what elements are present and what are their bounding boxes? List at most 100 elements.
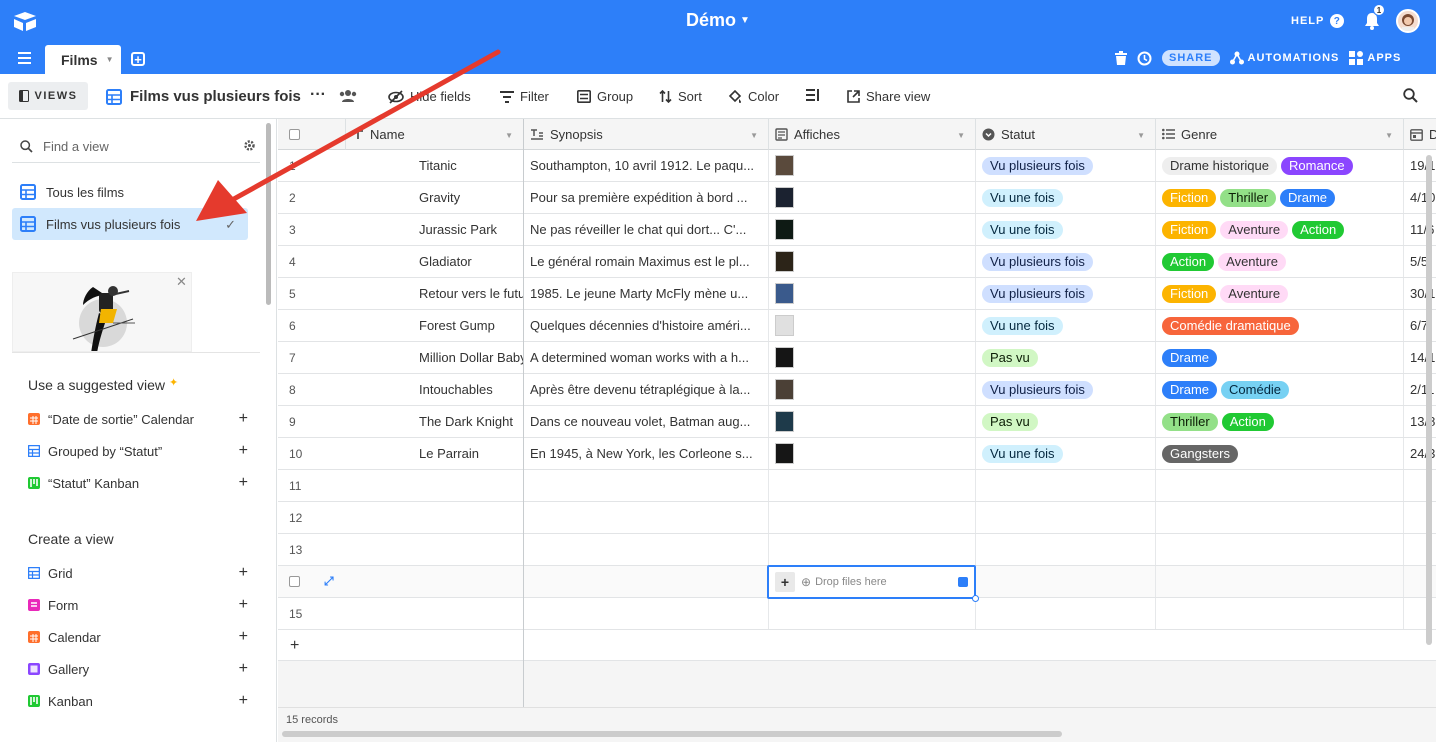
genres-cell[interactable]: Fiction Thriller Drame	[1156, 182, 1404, 213]
chevron-down-icon[interactable]: ▼	[1137, 131, 1145, 140]
table-row[interactable]: 6 Forest Gump Quelques décennies d'histoir…	[278, 310, 1436, 342]
poster-thumbnail[interactable]	[775, 411, 794, 432]
synopsis-cell[interactable]: En 1945, à New York, les Corleone s...	[524, 438, 769, 469]
color-button[interactable]: Color	[728, 89, 779, 104]
synopsis-cell[interactable]	[524, 566, 769, 597]
affiches-cell[interactable]	[769, 310, 976, 341]
name-cell[interactable]: Forest Gump	[346, 310, 524, 341]
automations-button[interactable]: AUTOMATIONS	[1229, 51, 1340, 65]
search-icon[interactable]	[1403, 88, 1418, 103]
fill-handle[interactable]	[972, 595, 979, 602]
gear-icon[interactable]	[243, 139, 256, 152]
statut-cell[interactable]: Vu plusieurs fois	[976, 150, 1156, 181]
row-checkbox[interactable]	[289, 576, 300, 587]
add-table-button[interactable]: +	[131, 52, 145, 66]
synopsis-cell[interactable]: 1985. Le jeune Marty McFly mène u...	[524, 278, 769, 309]
close-icon[interactable]: ✕	[176, 274, 187, 290]
plus-icon[interactable]: +	[239, 564, 248, 582]
avatar[interactable]	[1396, 9, 1420, 33]
vertical-scrollbar[interactable]	[1426, 155, 1432, 645]
trash-icon[interactable]	[1115, 51, 1127, 65]
name-cell[interactable]	[346, 534, 524, 565]
plus-icon[interactable]: +	[239, 442, 248, 460]
synopsis-cell[interactable]	[524, 598, 769, 629]
filter-button[interactable]: Filter	[500, 89, 549, 104]
name-cell[interactable]	[346, 598, 524, 629]
create-view-kanban[interactable]: Kanban +	[28, 691, 248, 711]
statut-cell[interactable]	[976, 534, 1156, 565]
column-header-affiches[interactable]: Affiches ▼	[769, 119, 976, 150]
sort-button[interactable]: Sort	[659, 89, 702, 104]
column-header-date[interactable]: D	[1404, 119, 1436, 150]
name-cell[interactable]	[346, 470, 524, 501]
statut-cell[interactable]	[976, 470, 1156, 501]
chevron-down-icon[interactable]: ▼	[957, 131, 965, 140]
row-height-button[interactable]	[806, 89, 820, 101]
affiches-cell[interactable]	[769, 214, 976, 245]
table-row[interactable]: 2 Gravity Pour sa première expédition à bo…	[278, 182, 1436, 214]
plus-icon[interactable]: +	[239, 692, 248, 710]
menu-icon[interactable]	[18, 52, 31, 64]
suggested-view-kanban[interactable]: “Statut” Kanban +	[28, 473, 248, 493]
statut-cell[interactable]: Vu plusieurs fois	[976, 278, 1156, 309]
history-icon[interactable]	[1137, 51, 1152, 66]
name-cell[interactable]: Million Dollar Baby	[346, 342, 524, 373]
affiches-cell[interactable]	[769, 502, 976, 533]
poster-thumbnail[interactable]	[775, 443, 794, 464]
name-cell[interactable]: Intouchables	[346, 374, 524, 405]
synopsis-cell[interactable]	[524, 534, 769, 565]
statut-cell[interactable]: Pas vu	[976, 342, 1156, 373]
statut-cell[interactable]: Vu une fois	[976, 310, 1156, 341]
statut-cell[interactable]: Vu une fois	[976, 438, 1156, 469]
apps-button[interactable]: APPS	[1349, 51, 1401, 65]
table-row[interactable]: 10 Le Parrain En 1945, à New York, les Cor…	[278, 438, 1436, 470]
genres-cell[interactable]: Drame	[1156, 342, 1404, 373]
expand-record-icon[interactable]: ⤢	[324, 574, 334, 589]
statut-cell[interactable]: Vu plusieurs fois	[976, 374, 1156, 405]
affiches-cell[interactable]: + ⊕ Drop files here	[767, 565, 979, 602]
genres-cell[interactable]: Fiction Aventure Action	[1156, 214, 1404, 245]
expand-cell-icon[interactable]	[958, 577, 968, 587]
genres-cell[interactable]: Thriller Action	[1156, 406, 1404, 437]
hide-fields-button[interactable]: Hide fields	[388, 89, 471, 104]
synopsis-cell[interactable]: Le général romain Maximus est le pl...	[524, 246, 769, 277]
share-view-button[interactable]: Share view	[847, 89, 930, 104]
create-view-form[interactable]: Form +	[28, 595, 248, 615]
statut-cell[interactable]	[976, 502, 1156, 533]
affiches-cell[interactable]	[769, 182, 976, 213]
chevron-down-icon[interactable]: ▼	[505, 131, 513, 140]
chevron-down-icon[interactable]: ▼	[740, 15, 750, 26]
airtable-logo-icon[interactable]	[12, 10, 38, 32]
plus-icon[interactable]: +	[239, 628, 248, 646]
sidebar-scrollbar[interactable]	[266, 123, 271, 305]
chevron-down-icon[interactable]: ▼	[750, 131, 758, 140]
affiches-cell[interactable]	[769, 598, 976, 629]
column-header-synopsis[interactable]: Synopsis ▼	[524, 119, 769, 150]
genres-cell[interactable]: Fiction Aventure	[1156, 278, 1404, 309]
genres-cell[interactable]: Gangsters	[1156, 438, 1404, 469]
plus-icon[interactable]: +	[239, 660, 248, 678]
group-button[interactable]: Group	[577, 89, 633, 104]
affiches-cell[interactable]	[769, 246, 976, 277]
sidebar-view-tous-les-films[interactable]: Tous les films	[12, 176, 248, 208]
column-header-name[interactable]: Name ▼	[346, 119, 524, 150]
plus-icon[interactable]: +	[239, 474, 248, 492]
synopsis-cell[interactable]: Southampton, 10 avril 1912. Le paqu...	[524, 150, 769, 181]
table-row[interactable]: 13	[278, 534, 1436, 566]
column-header-genre[interactable]: Genre ▼	[1156, 119, 1404, 150]
synopsis-cell[interactable]	[524, 470, 769, 501]
poster-thumbnail[interactable]	[775, 187, 794, 208]
add-row-plus-icon[interactable]: +	[278, 630, 524, 661]
table-row[interactable]: 11	[278, 470, 1436, 502]
statut-cell[interactable]	[976, 598, 1156, 629]
statut-cell[interactable]: Vu une fois	[976, 182, 1156, 213]
table-row[interactable]: 4 Gladiator Le général romain Maximus est …	[278, 246, 1436, 278]
poster-thumbnail[interactable]	[775, 379, 794, 400]
suggested-view-calendar[interactable]: “Date de sortie” Calendar +	[28, 409, 248, 429]
affiches-cell[interactable]	[769, 150, 976, 181]
add-attachment-button[interactable]: +	[775, 572, 795, 592]
create-view-gallery[interactable]: Gallery +	[28, 659, 248, 679]
name-cell[interactable]: The Dark Knight	[346, 406, 524, 437]
table-row[interactable]: 5 Retour vers le futur 1985. Le jeune Mart…	[278, 278, 1436, 310]
affiches-cell[interactable]	[769, 438, 976, 469]
